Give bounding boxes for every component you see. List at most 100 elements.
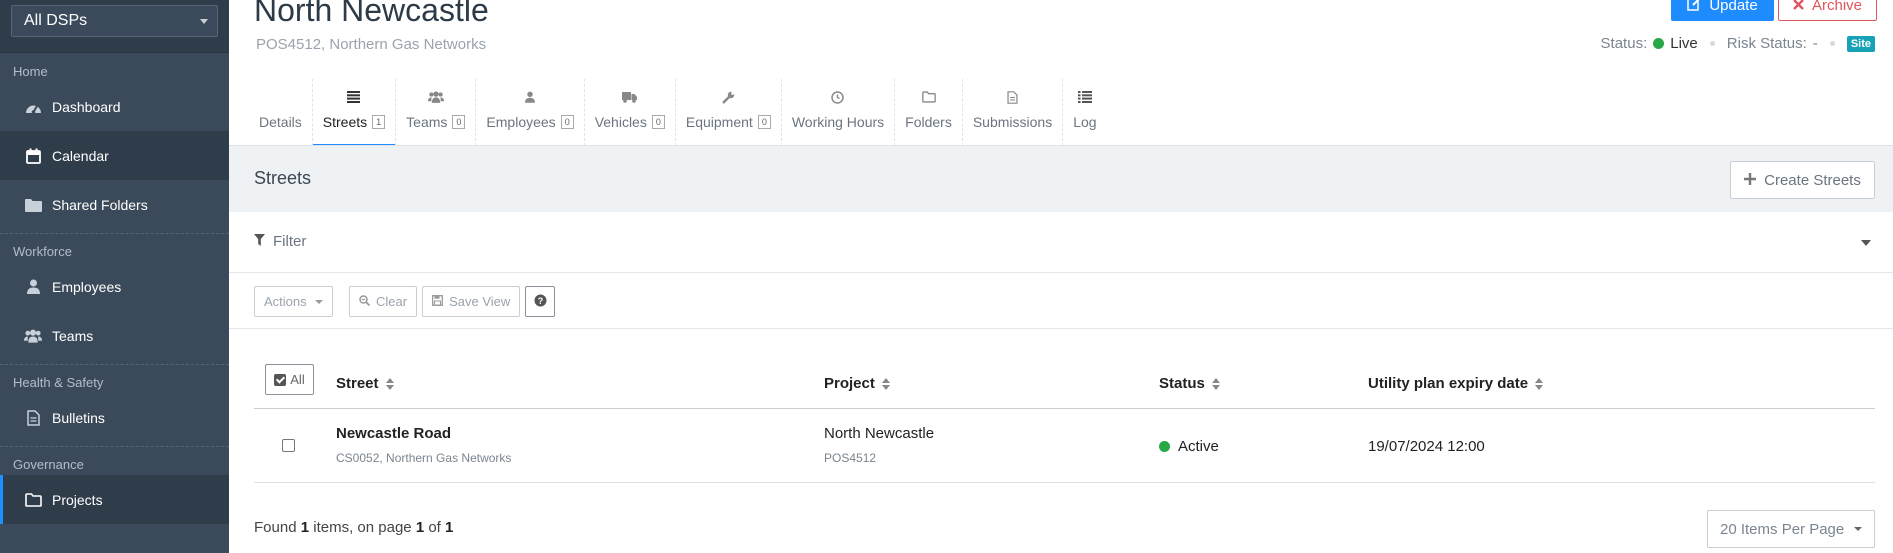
sort-icon bbox=[1211, 377, 1220, 390]
section-title: Streets bbox=[254, 168, 312, 188]
sidebar-item-teams[interactable]: Teams bbox=[0, 311, 229, 360]
update-button-label: Update bbox=[1709, 0, 1758, 14]
sidebar-item-employees[interactable]: Employees bbox=[0, 262, 229, 311]
status-cell: Active bbox=[1159, 438, 1219, 455]
tab-log[interactable]: Log bbox=[1062, 79, 1106, 146]
sidebar-section-workforce: Workforce bbox=[13, 244, 72, 259]
sidebar-item-projects[interactable]: Projects bbox=[0, 475, 229, 524]
sidebar-item-shared-folders[interactable]: Shared Folders bbox=[0, 180, 229, 229]
page-subtitle: POS4512, Northern Gas Networks bbox=[256, 36, 487, 53]
tab-label: Streets bbox=[322, 114, 368, 130]
tab-label: Vehicles bbox=[594, 114, 647, 130]
sidebar-item-label: Bulletins bbox=[52, 409, 105, 426]
street-name-link[interactable]: Newcastle Road bbox=[336, 425, 451, 442]
create-streets-button[interactable]: Create Streets bbox=[1730, 161, 1875, 199]
tab-count-badge: 0 bbox=[452, 115, 466, 129]
tab-count-badge: 0 bbox=[560, 115, 574, 129]
filter-icon bbox=[254, 233, 265, 250]
chevron-down-icon bbox=[315, 299, 323, 304]
select-all-button[interactable]: All bbox=[265, 364, 314, 395]
sidebar: All DSPs Home Dashboard Calendar Shared … bbox=[0, 0, 229, 553]
archive-button[interactable]: Archive bbox=[1778, 0, 1877, 21]
sidebar-item-calendar[interactable]: Calendar bbox=[0, 131, 229, 180]
column-header-street[interactable]: Street bbox=[336, 375, 394, 392]
help-button[interactable]: ? bbox=[525, 286, 556, 317]
risk-status-label: Risk Status: bbox=[1726, 35, 1807, 52]
project-subtext: POS4512 bbox=[824, 451, 877, 465]
search-minus-icon bbox=[359, 294, 371, 309]
edit-icon bbox=[1687, 0, 1701, 15]
tab-folders[interactable]: Folders bbox=[894, 79, 962, 146]
sidebar-section-health-safety: Health & Safety bbox=[13, 375, 104, 390]
truck-icon bbox=[622, 89, 638, 105]
main-content: North Newcastle POS4512, Northern Gas Ne… bbox=[229, 0, 1893, 553]
sort-icon bbox=[881, 377, 890, 390]
items-per-page-value: 20 Items Per Page bbox=[1720, 520, 1845, 538]
clear-button[interactable]: Clear bbox=[349, 286, 418, 317]
status-value: Live bbox=[1670, 35, 1698, 52]
dsp-select-wrap: All DSPs bbox=[0, 0, 229, 53]
save-icon bbox=[432, 294, 444, 309]
dashboard-icon bbox=[24, 98, 42, 116]
tab-working-hours[interactable]: Working Hours bbox=[780, 79, 894, 146]
list-bullets-icon bbox=[1077, 89, 1092, 105]
table-row[interactable]: Newcastle Road CS0052, Northern Gas Netw… bbox=[254, 410, 1875, 483]
sidebar-item-label: Employees bbox=[52, 278, 122, 295]
sidebar-section-governance: Governance bbox=[13, 457, 84, 472]
tab-vehicles[interactable]: Vehicles 0 bbox=[583, 79, 675, 146]
items-per-page-select[interactable]: 20 Items Per Page bbox=[1707, 510, 1875, 548]
separator-dot bbox=[1829, 41, 1835, 46]
tab-label: Working Hours bbox=[791, 114, 885, 130]
archive-button-label: Archive bbox=[1811, 0, 1863, 14]
sidebar-item-label: Dashboard bbox=[52, 98, 121, 115]
status-dot-icon bbox=[1653, 38, 1665, 49]
users-icon bbox=[427, 89, 444, 105]
status-line: Status: Live Risk Status: - Site bbox=[1601, 35, 1875, 52]
user-icon bbox=[24, 278, 42, 296]
update-button[interactable]: Update bbox=[1671, 0, 1774, 21]
actions-label: Actions bbox=[264, 294, 307, 309]
clear-label: Clear bbox=[376, 294, 408, 309]
sort-icon bbox=[385, 377, 394, 390]
document-icon bbox=[1007, 89, 1018, 105]
folder-open-icon bbox=[24, 491, 42, 509]
tab-count-badge: 0 bbox=[757, 115, 771, 129]
tab-equipment[interactable]: Equipment 0 bbox=[674, 79, 781, 146]
status-text: Active bbox=[1178, 438, 1219, 455]
tab-bar: Details Streets 1 Teams 0 Employees 0 Ve… bbox=[249, 79, 1107, 147]
sidebar-item-dashboard[interactable]: Dashboard bbox=[0, 82, 229, 131]
clock-icon bbox=[831, 89, 845, 105]
document-icon bbox=[24, 409, 42, 427]
tab-teams[interactable]: Teams 0 bbox=[395, 79, 475, 146]
row-checkbox[interactable] bbox=[282, 439, 295, 452]
status-dot-icon bbox=[1159, 441, 1170, 452]
tab-submissions[interactable]: Submissions bbox=[961, 79, 1062, 146]
page-title: North Newcastle bbox=[254, 0, 489, 28]
sidebar-item-label: Projects bbox=[52, 491, 103, 508]
save-view-label: Save View bbox=[449, 294, 511, 309]
tab-label: Log bbox=[1073, 114, 1097, 130]
sidebar-section-home: Home bbox=[13, 64, 48, 79]
column-header-status[interactable]: Status bbox=[1159, 375, 1220, 392]
svg-text:?: ? bbox=[538, 296, 544, 306]
column-header-project[interactable]: Project bbox=[824, 375, 890, 392]
column-header-utility-plan-expiry[interactable]: Utility plan expiry date bbox=[1368, 375, 1544, 392]
chevron-down-icon bbox=[200, 18, 208, 24]
close-icon bbox=[1793, 0, 1804, 14]
tab-streets[interactable]: Streets 1 bbox=[311, 79, 396, 147]
app-root: All DSPs Home Dashboard Calendar Shared … bbox=[0, 0, 1893, 553]
tab-label: Employees bbox=[486, 114, 556, 130]
divider bbox=[229, 328, 1893, 329]
question-icon: ? bbox=[534, 294, 547, 310]
dsp-select[interactable]: All DSPs bbox=[11, 5, 218, 37]
sidebar-item-bulletins[interactable]: Bulletins bbox=[0, 393, 229, 442]
project-name: North Newcastle bbox=[824, 425, 935, 442]
actions-dropdown[interactable]: Actions bbox=[254, 286, 333, 317]
create-streets-label: Create Streets bbox=[1764, 171, 1861, 189]
checkbox-checked-icon bbox=[274, 373, 287, 386]
list-icon bbox=[347, 89, 361, 105]
save-view-button[interactable]: Save View bbox=[422, 286, 521, 317]
tab-details[interactable]: Details bbox=[249, 79, 312, 146]
tab-employees[interactable]: Employees 0 bbox=[475, 79, 583, 146]
filter-toggle[interactable]: Filter bbox=[229, 212, 1893, 273]
